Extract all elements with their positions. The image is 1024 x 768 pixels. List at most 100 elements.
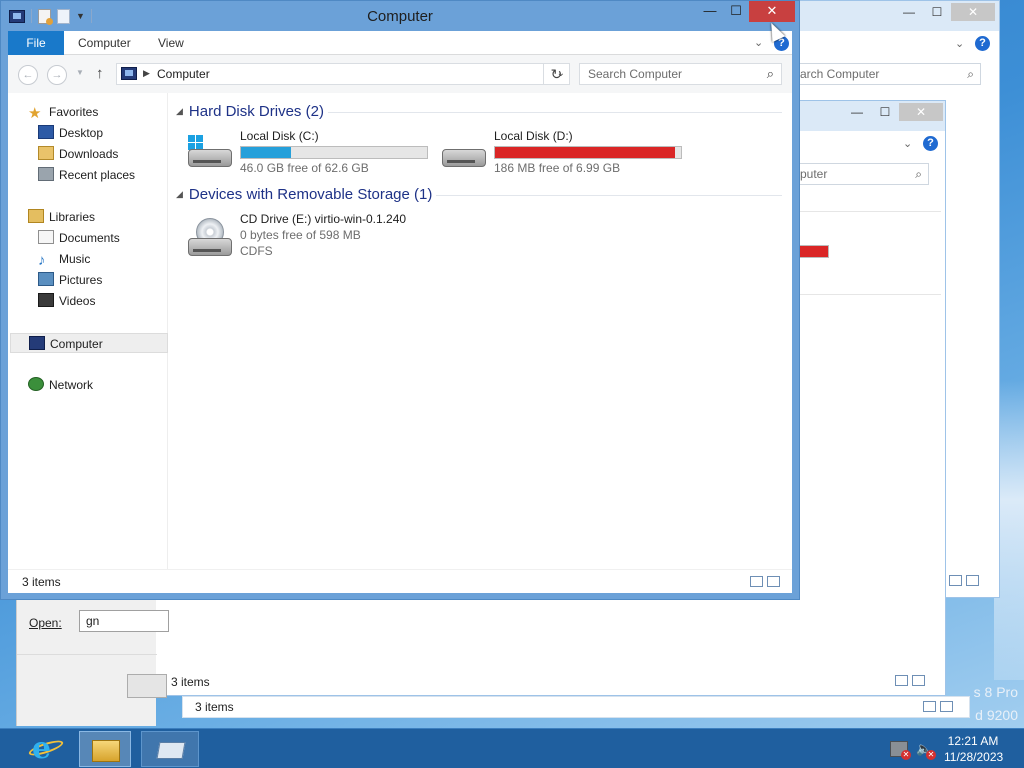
nav-item-network[interactable]: Network bbox=[28, 375, 93, 395]
address-bar[interactable]: ▶ Computer ⌄ bbox=[116, 63, 570, 85]
network-tray-icon[interactable]: ✕ bbox=[890, 741, 911, 760]
drive-free-space: 46.0 GB free of 62.6 GB bbox=[240, 161, 369, 175]
nav-label-recent-places: Recent places bbox=[59, 168, 136, 182]
search-input[interactable]: Search Computer ⌕ bbox=[579, 63, 782, 85]
bg1-search-input[interactable]: arch Computer ⌕ bbox=[791, 63, 981, 85]
nav-label-computer: Computer bbox=[50, 337, 103, 351]
network-icon bbox=[28, 377, 44, 391]
minimize-button[interactable]: — bbox=[697, 1, 723, 22]
nav-item-downloads[interactable]: Downloads bbox=[38, 144, 118, 164]
bg2-minimize-button[interactable]: — bbox=[845, 103, 869, 121]
windows-drive-icon bbox=[186, 135, 232, 169]
bg2-search-input[interactable]: puter ⌕ bbox=[791, 163, 929, 185]
drive-item-e[interactable]: CD Drive (E:) virtio-win-0.1.240 0 bytes… bbox=[186, 212, 436, 260]
bg2-maximize-button[interactable]: ☐ bbox=[873, 103, 897, 121]
nav-item-favorites[interactable]: ★ Favorites bbox=[28, 102, 98, 122]
details-view-icon[interactable] bbox=[750, 576, 763, 587]
maximize-button[interactable]: ☐ bbox=[723, 1, 749, 22]
address-toolbar: ← → ▼ ↑ ▶ Computer ⌄ ↻ Search Computer ⌕ bbox=[8, 55, 792, 93]
nav-item-computer[interactable]: Computer bbox=[10, 333, 168, 353]
run-ok-button[interactable] bbox=[127, 674, 167, 698]
nav-item-music[interactable]: ♪ Music bbox=[38, 249, 90, 269]
cd-drive-icon bbox=[186, 218, 232, 256]
forward-button[interactable]: → bbox=[47, 65, 67, 85]
nav-item-videos[interactable]: Videos bbox=[38, 291, 95, 311]
tab-file[interactable]: File bbox=[8, 31, 64, 55]
nav-item-libraries[interactable]: Libraries bbox=[28, 207, 95, 227]
recent-locations-icon[interactable]: ▼ bbox=[76, 68, 84, 77]
internet-explorer-icon[interactable]: e bbox=[22, 731, 72, 767]
drive-usage-bar bbox=[494, 146, 682, 159]
run-icon[interactable] bbox=[141, 731, 199, 767]
bg1-maximize-button[interactable]: ☐ bbox=[925, 3, 949, 21]
nav-label-music: Music bbox=[59, 252, 91, 266]
bg2-search-icon: ⌕ bbox=[915, 167, 922, 181]
up-button[interactable]: ↑ bbox=[96, 65, 104, 82]
bg2-ribbon-chevron-icon[interactable]: ⌄ bbox=[903, 137, 912, 150]
hard-drive-icon bbox=[440, 135, 486, 169]
drive-usage-fill bbox=[495, 147, 676, 158]
search-icon[interactable]: ⌕ bbox=[767, 66, 774, 82]
nav-item-desktop[interactable]: Desktop bbox=[38, 123, 103, 143]
taskbar: e ✕ 🔈 ✕ 12:21 AM 11/28/2023 bbox=[0, 728, 1024, 768]
drive-item-c[interactable]: Local Disk (C:) 46.0 GB free of 62.6 GB bbox=[186, 129, 436, 175]
drive-item-d[interactable]: Local Disk (D:) 186 MB free of 6.99 GB bbox=[440, 129, 690, 175]
ie-letter: e bbox=[32, 731, 52, 766]
os-watermark-line1: s 8 Pro bbox=[973, 684, 1018, 700]
bg2-divider bbox=[791, 211, 941, 212]
title-bar[interactable]: ▼ Computer — ☐ ✕ bbox=[1, 1, 799, 31]
refresh-button[interactable]: ↻ bbox=[543, 64, 569, 84]
bg2-view-icons[interactable] bbox=[895, 675, 929, 687]
bg2-close-button[interactable]: ✕ bbox=[899, 103, 943, 121]
navigation-pane: ★ Favorites Desktop Downloads Recent plac… bbox=[8, 93, 168, 569]
breadcrumb[interactable]: Computer bbox=[157, 67, 210, 81]
drive-filesystem: CDFS bbox=[240, 244, 273, 258]
bg1-status-strip: 3 items bbox=[182, 696, 970, 718]
nav-label-downloads: Downloads bbox=[59, 147, 119, 161]
os-watermark-line2: d 9200 bbox=[975, 707, 1018, 723]
bg2-help-icon[interactable]: ? bbox=[923, 136, 938, 151]
breadcrumb-arrow-icon[interactable]: ▶ bbox=[143, 68, 150, 79]
explorer-window[interactable]: ▼ Computer — ☐ ✕ File Computer View ⌄ ? … bbox=[0, 0, 800, 600]
close-button[interactable]: ✕ bbox=[749, 1, 795, 22]
back-button[interactable]: ← bbox=[18, 65, 38, 85]
bg1-status-text: 3 items bbox=[195, 700, 234, 714]
ribbon: File Computer View ⌄ ? bbox=[8, 31, 792, 55]
downloads-icon bbox=[38, 146, 54, 160]
file-explorer-icon[interactable] bbox=[79, 731, 131, 767]
group-header-removable[interactable]: ◢ Devices with Removable Storage (1) bbox=[176, 186, 432, 203]
collapse-icon[interactable]: ◢ bbox=[176, 189, 183, 199]
bg1-help-icon[interactable]: ? bbox=[975, 36, 990, 51]
run-open-input[interactable]: gn bbox=[79, 610, 169, 632]
run-dialog[interactable]: Open: gn bbox=[16, 598, 169, 726]
recent-places-icon bbox=[38, 167, 54, 181]
status-bar: 3 items bbox=[8, 569, 792, 593]
nav-label-documents: Documents bbox=[59, 231, 120, 245]
nav-item-documents[interactable]: Documents bbox=[38, 228, 120, 248]
pictures-icon bbox=[38, 272, 54, 286]
collapse-icon[interactable]: ◢ bbox=[176, 106, 183, 116]
nav-label-pictures: Pictures bbox=[59, 273, 103, 287]
bg1-ribbon-chevron-icon[interactable]: ⌄ bbox=[955, 37, 964, 50]
folder-shape bbox=[92, 740, 120, 762]
tab-view[interactable]: View bbox=[158, 31, 184, 55]
bg1-status-view-icons[interactable] bbox=[923, 701, 957, 713]
tab-computer[interactable]: Computer bbox=[78, 31, 131, 55]
drive-usage-bar bbox=[240, 146, 428, 159]
ribbon-expand-icon[interactable]: ⌄ bbox=[754, 36, 763, 49]
bg1-close-button[interactable]: ✕ bbox=[951, 3, 995, 21]
view-toggle-icons[interactable] bbox=[750, 576, 784, 588]
group-divider bbox=[328, 112, 782, 113]
clock[interactable]: 12:21 AM 11/28/2023 bbox=[944, 733, 1003, 765]
computer-nav-icon bbox=[29, 336, 45, 350]
volume-tray-icon[interactable]: 🔈 ✕ bbox=[916, 741, 936, 760]
bg1-minimize-button[interactable]: — bbox=[897, 3, 921, 21]
nav-item-recent-places[interactable]: Recent places bbox=[38, 165, 135, 185]
nav-item-pictures[interactable]: Pictures bbox=[38, 270, 102, 290]
music-icon: ♪ bbox=[38, 252, 46, 269]
drive-name: Local Disk (C:) bbox=[240, 129, 319, 143]
bg1-view-icons[interactable] bbox=[949, 575, 983, 587]
network-error-icon: ✕ bbox=[901, 750, 911, 760]
large-icons-view-icon[interactable] bbox=[767, 576, 780, 587]
group-header-hard-disks[interactable]: ◢ Hard Disk Drives (2) bbox=[176, 103, 324, 120]
